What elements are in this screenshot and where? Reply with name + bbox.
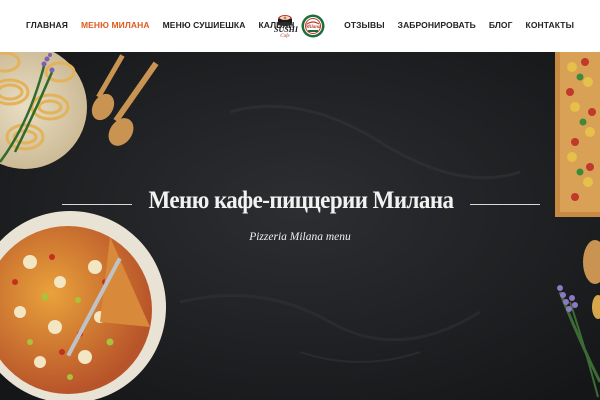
milana-logo[interactable]: Milana <box>301 10 325 42</box>
nav-item-contacts[interactable]: КОНТАКТЫ <box>526 20 574 30</box>
nav-item-blog[interactable]: БЛОГ <box>489 20 513 30</box>
nav-item-home[interactable]: ГЛАВНАЯ <box>26 20 68 30</box>
nav-left: ГЛАВНАЯ МЕНЮ МИЛАНА МЕНЮ СУШИЕШКА КАЛЬЯН <box>26 20 307 30</box>
logo-group: SUSHI Cafe Milana <box>274 9 326 43</box>
nav-item-menu-sushieshka[interactable]: МЕНЮ СУШИЕШКА <box>163 20 246 30</box>
svg-text:Milana: Milana <box>304 25 321 30</box>
milana-logo-icon: Milana <box>301 14 325 38</box>
hero-background <box>0 52 600 400</box>
sushi-logo-subtext: Cafe <box>280 34 290 39</box>
nav-item-book[interactable]: ЗАБРОНИРОВАТЬ <box>398 20 476 30</box>
page-subtitle: Pizzeria Milana menu <box>249 231 351 243</box>
hero-title-block: Меню кафе-пиццерии Милана <box>0 185 600 225</box>
site-header: ГЛАВНАЯ МЕНЮ МИЛАНА МЕНЮ СУШИЕШКА КАЛЬЯН… <box>0 0 600 52</box>
nav-item-menu-milana[interactable]: МЕНЮ МИЛАНА <box>81 20 150 30</box>
nav-right: ОТЗЫВЫ ЗАБРОНИРОВАТЬ БЛОГ КОНТАКТЫ <box>331 20 574 30</box>
nav-item-reviews[interactable]: ОТЗЫВЫ <box>344 20 385 30</box>
hero-divider-left <box>62 204 132 205</box>
sushi-logo-text: SUSHI <box>274 25 299 34</box>
hero-divider-right <box>470 204 540 205</box>
page-title: Меню кафе-пиццерии Милана <box>148 187 455 214</box>
hero-banner: Меню кафе-пиццерии Милана Pizzeria Milan… <box>0 52 600 400</box>
sushi-logo[interactable]: SUSHI Cafe <box>274 9 299 43</box>
